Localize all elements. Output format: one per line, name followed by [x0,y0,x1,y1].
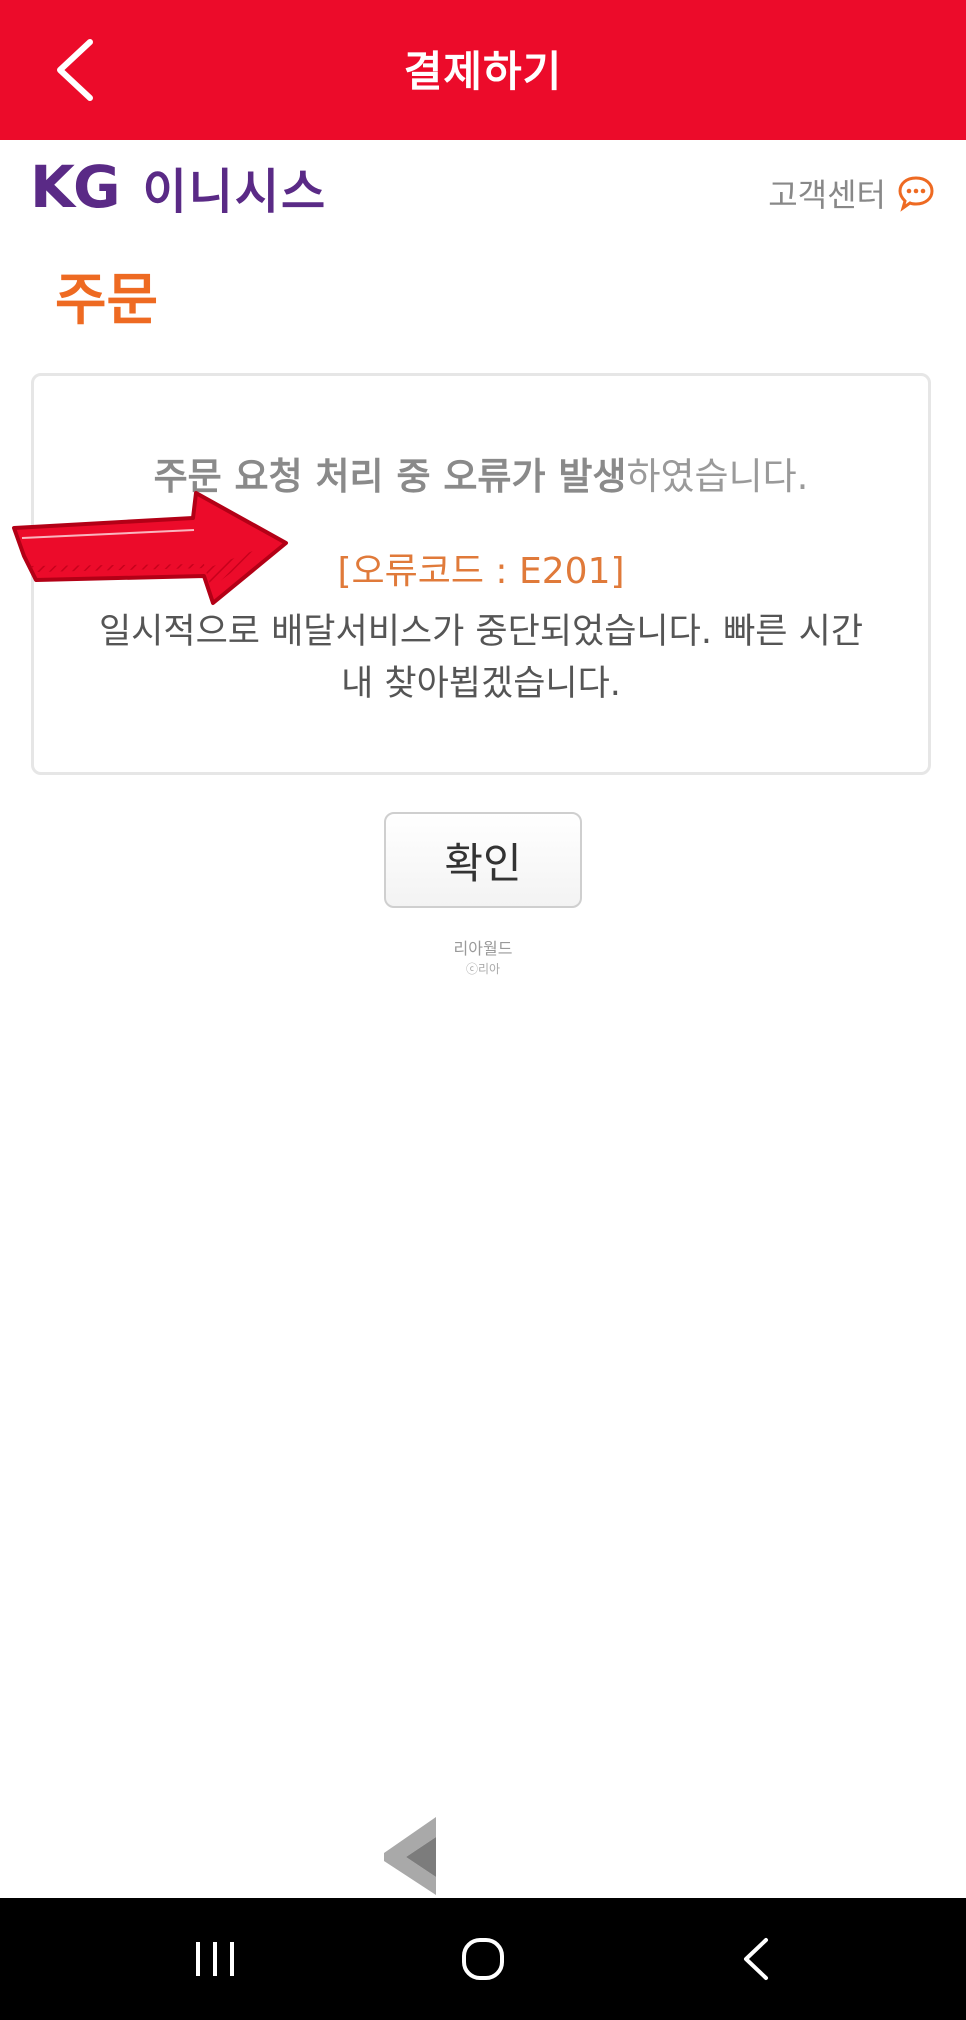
page-title: 결제하기 [403,47,563,96]
system-back-button[interactable] [720,1926,790,1992]
footer-copyright: ⓒ리아 [465,962,501,976]
footer-name: 리아월드 [453,939,513,958]
section-title: 주문 [55,268,159,333]
recents-button[interactable] [180,1926,250,1992]
back-icon [744,1938,768,1980]
app-header: 결제하기 [0,0,966,140]
home-button[interactable] [448,1926,518,1992]
error-message-line2: 내 찾아뵙겠습니다. [341,664,621,704]
error-heading-rest: 하였습니다. [626,455,809,498]
red-arrow-icon [12,491,288,605]
brand-name: 이니시스 [142,164,328,220]
customer-center-label: 고객센터 [768,176,886,214]
brand-kg: KG [30,153,121,221]
app-logo-icon [384,1817,436,1895]
home-icon [462,1938,504,1980]
chat-bubble-icon [898,176,934,212]
customer-center-link[interactable]: 고객센터 [768,170,936,216]
confirm-button[interactable]: 확인 [384,812,582,908]
error-message-line1: 일시적으로 배달서비스가 중단되었습니다. 빠른 시간 [98,612,864,652]
system-navigation-bar [0,1898,966,2020]
recents-icon [196,1942,234,1976]
kg-inicis-logo: KG 이니시스 [30,152,327,222]
error-message: 일시적으로 배달서비스가 중단되었습니다. 빠른 시간 내 찾아뵙겠습니다. [74,606,888,710]
